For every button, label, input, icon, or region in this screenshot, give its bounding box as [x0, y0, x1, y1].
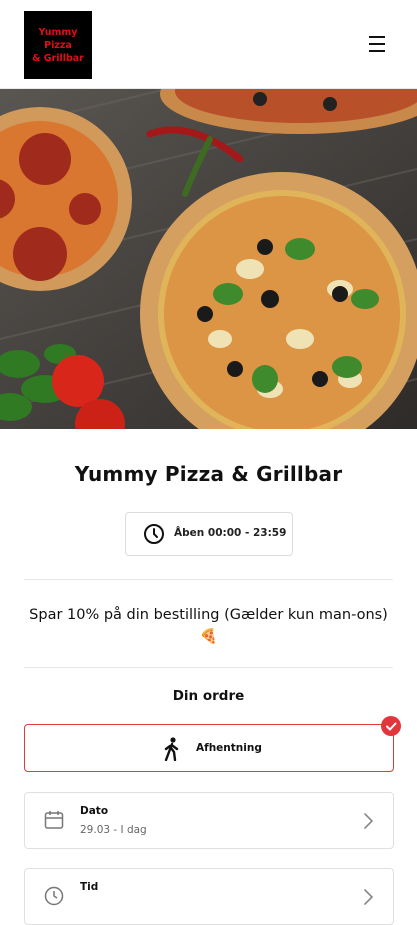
walking-person-icon — [162, 737, 182, 765]
restaurant-name: Yummy Pizza & Grillbar — [74, 462, 343, 486]
chevron-right-icon — [362, 812, 374, 834]
pickup-option-button[interactable]: Afhentning — [24, 724, 394, 772]
opening-hours-badge[interactable]: Åben 00:00 - 23:59 — [125, 512, 293, 556]
time-selector[interactable]: Tid — [24, 868, 394, 925]
top-bar: Yummy Pizza & Grillbar — [0, 0, 417, 89]
order-section-title: Din ordre — [172, 688, 245, 704]
selected-check-icon — [381, 716, 401, 736]
logo-text: Yummy Pizza & Grillbar — [26, 26, 90, 65]
divider — [24, 579, 393, 580]
opening-hours-text: Åben 00:00 - 23:59 — [174, 527, 287, 539]
hamburger-menu-icon[interactable] — [366, 35, 388, 53]
hero-pizza-image — [0, 89, 417, 429]
date-value: 29.03 - I dag — [80, 824, 147, 836]
date-selector[interactable]: Dato 29.03 - I dag — [24, 792, 394, 849]
logo-line-1: Yummy Pizza — [38, 26, 78, 51]
clock-icon — [143, 523, 165, 549]
calendar-icon — [44, 810, 64, 834]
date-title: Dato — [80, 805, 109, 817]
time-title: Tid — [80, 881, 99, 893]
divider — [24, 667, 393, 668]
pickup-label: Afhentning — [196, 742, 262, 754]
chevron-right-icon — [362, 888, 374, 910]
promo-text: Spar 10% på din bestilling (Gælder kun m… — [29, 607, 388, 645]
restaurant-logo[interactable]: Yummy Pizza & Grillbar — [24, 11, 92, 79]
clock-icon — [44, 886, 64, 910]
logo-line-2: & Grillbar — [32, 52, 84, 64]
